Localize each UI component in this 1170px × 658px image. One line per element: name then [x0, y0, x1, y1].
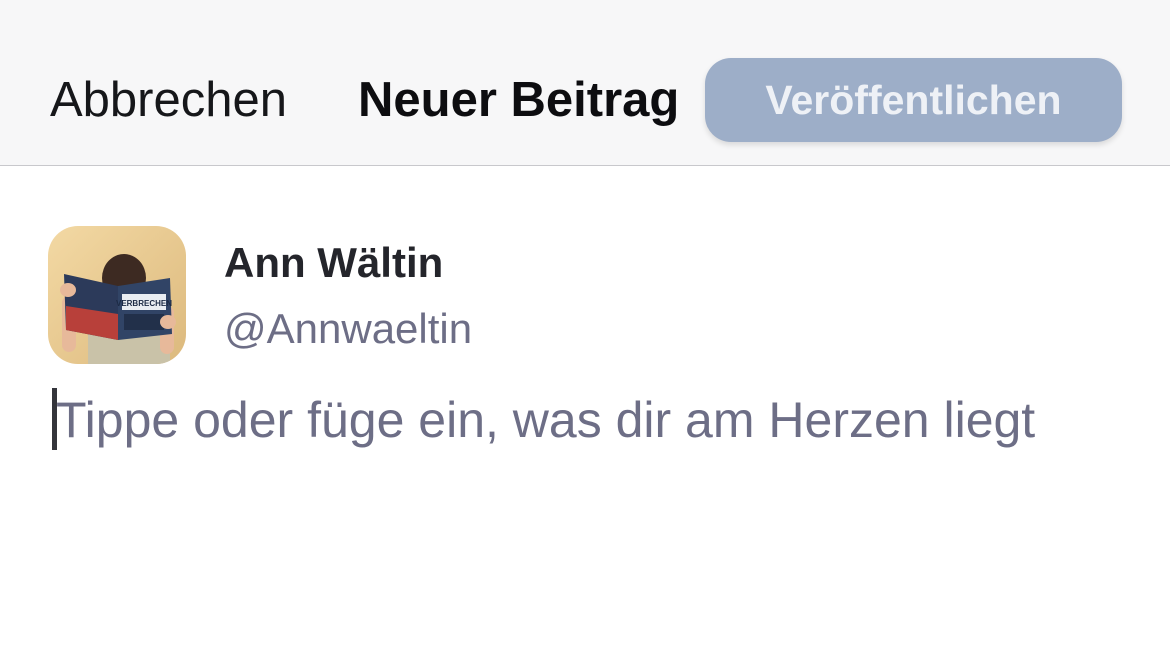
user-handle: @Annwaeltin: [224, 305, 473, 352]
avatar-book-title: VERBRECHEN: [116, 299, 172, 308]
top-navigation-bar: Abbrechen Neuer Beitrag Veröffentlichen: [0, 0, 1170, 166]
page-title: Neuer Beitrag: [358, 73, 680, 127]
post-input-placeholder: Tippe oder füge ein, was dir am Herzen l…: [56, 392, 1036, 448]
cancel-button[interactable]: Abbrechen: [50, 70, 287, 130]
avatar[interactable]: VERBRECHEN: [48, 226, 186, 364]
publish-button[interactable]: Veröffentlichen: [705, 58, 1122, 142]
avatar-photo: VERBRECHEN: [48, 226, 186, 364]
post-text-input[interactable]: Tippe oder füge ein, was dir am Herzen l…: [50, 384, 1130, 454]
user-name: Ann Wältin: [224, 239, 444, 286]
